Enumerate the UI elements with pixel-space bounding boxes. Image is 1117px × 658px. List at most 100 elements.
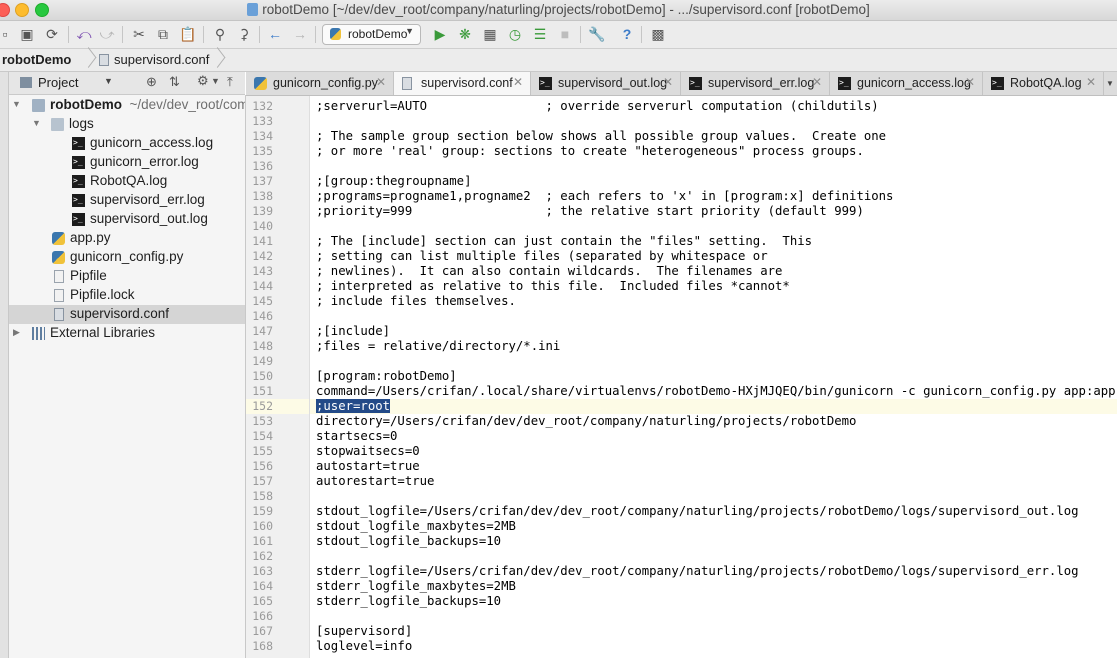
code-line[interactable] (316, 309, 1117, 324)
close-icon[interactable]: ✕ (513, 75, 523, 89)
code-line[interactable]: ;serverurl=AUTO ; override serverurl com… (316, 99, 1117, 114)
code-line[interactable]: loglevel=info (316, 639, 1117, 654)
code-line[interactable] (316, 354, 1117, 369)
cut-icon[interactable]: ✂ (130, 25, 148, 43)
code-line[interactable]: ;programs=progname1,progname2 ; each ref… (316, 189, 1117, 204)
run-icon[interactable]: ▶ (431, 25, 449, 43)
chevron-down-icon[interactable]: ▼ (1106, 79, 1114, 88)
code-line[interactable]: [supervisord] (316, 624, 1117, 639)
paste-icon[interactable]: 📋 (179, 25, 197, 43)
code-line[interactable]: ;[group:thegroupname] (316, 174, 1117, 189)
debug-icon[interactable]: ❋ (456, 25, 474, 43)
redo-icon[interactable]: ⤻ (98, 25, 116, 43)
chevron-down-icon[interactable]: ▼ (104, 76, 113, 86)
copy-icon[interactable]: ⧉ (154, 25, 172, 43)
expand-arrow-icon[interactable]: ▼ (12, 99, 21, 109)
code-line[interactable]: stdout_logfile=/Users/crifan/dev/dev_roo… (316, 504, 1117, 519)
code-line[interactable]: command=/Users/crifan/.local/share/virtu… (316, 384, 1117, 399)
profile-icon[interactable]: ◷ (506, 25, 524, 43)
coverage-icon[interactable]: ▦ (481, 25, 499, 43)
save-icon[interactable]: ▣ (18, 25, 36, 43)
code-line[interactable]: autostart=true (316, 459, 1117, 474)
code-line[interactable]: ;files = relative/directory/*.ini (316, 339, 1117, 354)
code-line[interactable]: ; setting can list multiple files (separ… (316, 249, 1117, 264)
code-line[interactable] (316, 219, 1117, 234)
replace-icon[interactable]: ⚳ (235, 25, 253, 43)
breadcrumb-file[interactable]: supervisord.conf (114, 52, 209, 67)
code-line[interactable] (316, 159, 1117, 174)
concurrency-icon[interactable]: ☰ (531, 25, 549, 43)
tree-item-root[interactable]: ▼ robotDemo ~/dev/dev_root/company/natur… (9, 96, 245, 115)
close-icon[interactable]: ✕ (1086, 75, 1096, 89)
tab-gunicorn-access-log[interactable]: >_ gunicorn_access.log ✕ (830, 72, 983, 95)
code-line[interactable]: ; The sample group section below shows a… (316, 129, 1117, 144)
code-line[interactable] (316, 609, 1117, 624)
project-view-select[interactable]: Project (38, 75, 78, 90)
open-folder-icon[interactable]: ▫ (0, 25, 14, 43)
scroll-from-source-icon[interactable]: ⊕ (146, 74, 157, 90)
code-line[interactable]: ; include files themselves. (316, 294, 1117, 309)
forward-icon[interactable]: → (291, 25, 309, 43)
code-line[interactable]: startsecs=0 (316, 429, 1117, 444)
tab-supervisord-conf[interactable]: supervisord.conf ✕ (394, 72, 531, 95)
find-icon[interactable]: ⚲ (211, 25, 229, 43)
code-line[interactable]: autorestart=true (316, 474, 1117, 489)
code-line[interactable]: ; interpreted as relative to this file. … (316, 279, 1117, 294)
tool-window-stripe[interactable] (0, 72, 9, 658)
undo-icon[interactable]: ⤺ (75, 25, 93, 43)
back-icon[interactable]: ← (266, 25, 284, 43)
close-icon[interactable]: ✕ (376, 75, 386, 89)
code-line[interactable] (316, 114, 1117, 129)
close-icon[interactable]: ✕ (663, 75, 673, 89)
tab-robotqa-log[interactable]: >_ RobotQA.log ✕ (983, 72, 1104, 95)
code-line[interactable]: stderr_logfile_backups=10 (316, 594, 1117, 609)
tab-supervisord-err-log[interactable]: >_ supervisord_err.log ✕ (681, 72, 830, 95)
tree-item-file[interactable]: Pipfile (9, 267, 245, 286)
code-line[interactable] (316, 489, 1117, 504)
tree-item-logs[interactable]: ▼ logs (9, 115, 245, 134)
tree-item-log[interactable]: >_ gunicorn_access.log (9, 134, 245, 153)
code-line[interactable]: [program:robotDemo] (316, 369, 1117, 384)
code-line[interactable] (316, 549, 1117, 564)
tab-gunicorn-config[interactable]: gunicorn_config.py ✕ (246, 72, 394, 95)
tree-item-external-libraries[interactable]: ▶ External Libraries (9, 324, 245, 343)
tree-item-file-selected[interactable]: supervisord.conf (9, 305, 245, 324)
expand-arrow-icon[interactable]: ▼ (32, 118, 41, 128)
tree-item-file[interactable]: Pipfile.lock (9, 286, 245, 305)
code-line[interactable]: stderr_logfile=/Users/crifan/dev/dev_roo… (316, 564, 1117, 579)
expand-arrow-icon[interactable]: ▶ (13, 327, 20, 338)
code-line[interactable]: ;[include] (316, 324, 1117, 339)
tree-item-log[interactable]: >_ supervisord_err.log (9, 191, 245, 210)
code-line[interactable]: directory=/Users/crifan/dev/dev_root/com… (316, 414, 1117, 429)
code-editor[interactable]: ;serverurl=AUTO ; override serverurl com… (310, 96, 1117, 658)
collapse-all-icon[interactable]: ⇅ (169, 74, 180, 90)
code-line[interactable]: ;priority=999 ; the relative start prior… (316, 204, 1117, 219)
sync-icon[interactable]: ⟳ (43, 25, 61, 43)
selected-text[interactable]: ;user=root (316, 399, 391, 413)
code-line[interactable]: stdout_logfile_backups=10 (316, 534, 1117, 549)
tree-item-file[interactable]: gunicorn_config.py (9, 248, 245, 267)
code-line[interactable]: stdout_logfile_maxbytes=2MB (316, 519, 1117, 534)
breadcrumb-project[interactable]: robotDemo (2, 52, 71, 67)
hide-panel-icon[interactable]: ⤒ (227, 74, 233, 90)
tab-supervisord-out-log[interactable]: >_ supervisord_out.log ✕ (531, 72, 681, 95)
code-line[interactable]: stderr_logfile_maxbytes=2MB (316, 579, 1117, 594)
settings-icon[interactable]: 🔧 (588, 25, 606, 43)
code-line[interactable]: ; or more 'real' group: sections to crea… (316, 144, 1117, 159)
tree-item-log[interactable]: >_ supervisord_out.log (9, 210, 245, 229)
code-line[interactable]: stopwaitsecs=0 (316, 444, 1117, 459)
tree-item-log[interactable]: >_ gunicorn_error.log (9, 153, 245, 172)
run-configuration-select[interactable]: robotDemo ▼ (322, 24, 421, 45)
stop-icon[interactable]: ■ (556, 25, 574, 43)
help-icon[interactable]: ? (618, 25, 636, 43)
tree-item-log[interactable]: >_ RobotQA.log (9, 172, 245, 191)
vcs-icon[interactable]: ▩ (649, 25, 667, 43)
tree-item-file[interactable]: app.py (9, 229, 245, 248)
close-icon[interactable]: ✕ (812, 75, 822, 89)
chevron-down-icon[interactable]: ▼ (211, 76, 220, 86)
code-line[interactable]: ;user=root (316, 399, 1117, 414)
close-icon[interactable]: ✕ (965, 75, 975, 89)
gear-icon[interactable]: ⚙ (197, 73, 209, 89)
code-line[interactable]: ; The [include] section can just contain… (316, 234, 1117, 249)
code-line[interactable]: ; newlines). It can also contain wildcar… (316, 264, 1117, 279)
